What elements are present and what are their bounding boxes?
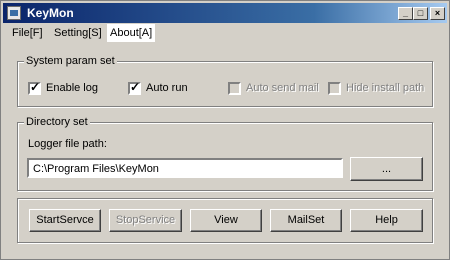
view-button[interactable]: View [190, 209, 262, 232]
hide-install-path-label: Hide install path [346, 82, 425, 94]
browse-button[interactable]: ... [350, 157, 423, 181]
directory-group-label: Directory set [24, 115, 90, 129]
check-mark-icon: ✓ [130, 79, 141, 94]
auto-run-checkbox[interactable]: ✓ Auto run [128, 80, 188, 96]
enable-log-label: Enable log [46, 82, 98, 94]
auto-send-mail-label: Auto send mail [246, 82, 319, 94]
logger-path-label: Logger file path: [28, 138, 107, 150]
check-mark-icon: ✓ [30, 79, 41, 94]
menu-file[interactable]: File[F] [9, 24, 46, 42]
auto-send-mail-checkbox: Auto send mail [228, 80, 319, 96]
auto-run-label: Auto run [146, 82, 188, 94]
system-param-label: System param set [24, 54, 117, 68]
hide-install-path-checkbox: Hide install path [328, 80, 424, 96]
minimize-button[interactable]: _ [398, 7, 413, 20]
app-icon [7, 6, 21, 20]
help-button[interactable]: Help [350, 209, 423, 232]
menu-setting[interactable]: Setting[S] [51, 24, 105, 42]
system-param-group: System param set ✓ Enable log ✓ Auto run… [17, 54, 433, 107]
auto-run-box[interactable]: ✓ [128, 79, 141, 95]
auto-send-mail-box [228, 81, 241, 95]
start-service-button[interactable]: StartServce [29, 209, 101, 232]
hide-install-path-box [328, 81, 341, 95]
window-title: KeyMon [27, 6, 74, 20]
logger-path-input[interactable]: C:\Program Files\KeyMon [27, 158, 343, 178]
menu-about[interactable]: About[A] [107, 24, 156, 42]
menu-bar: File[F] Setting[S] About[A] [3, 24, 447, 42]
maximize-button[interactable]: □ [413, 7, 428, 20]
keymon-window: KeyMon _ □ × File[F] Setting[S] About[A]… [0, 0, 450, 260]
close-button[interactable]: × [430, 7, 445, 20]
title-bar[interactable]: KeyMon _ □ × [3, 3, 447, 23]
mailset-button[interactable]: MailSet [270, 209, 342, 232]
enable-log-checkbox[interactable]: ✓ Enable log [28, 80, 98, 96]
enable-log-box[interactable]: ✓ [28, 79, 41, 95]
stop-service-button: StopService [109, 209, 182, 232]
